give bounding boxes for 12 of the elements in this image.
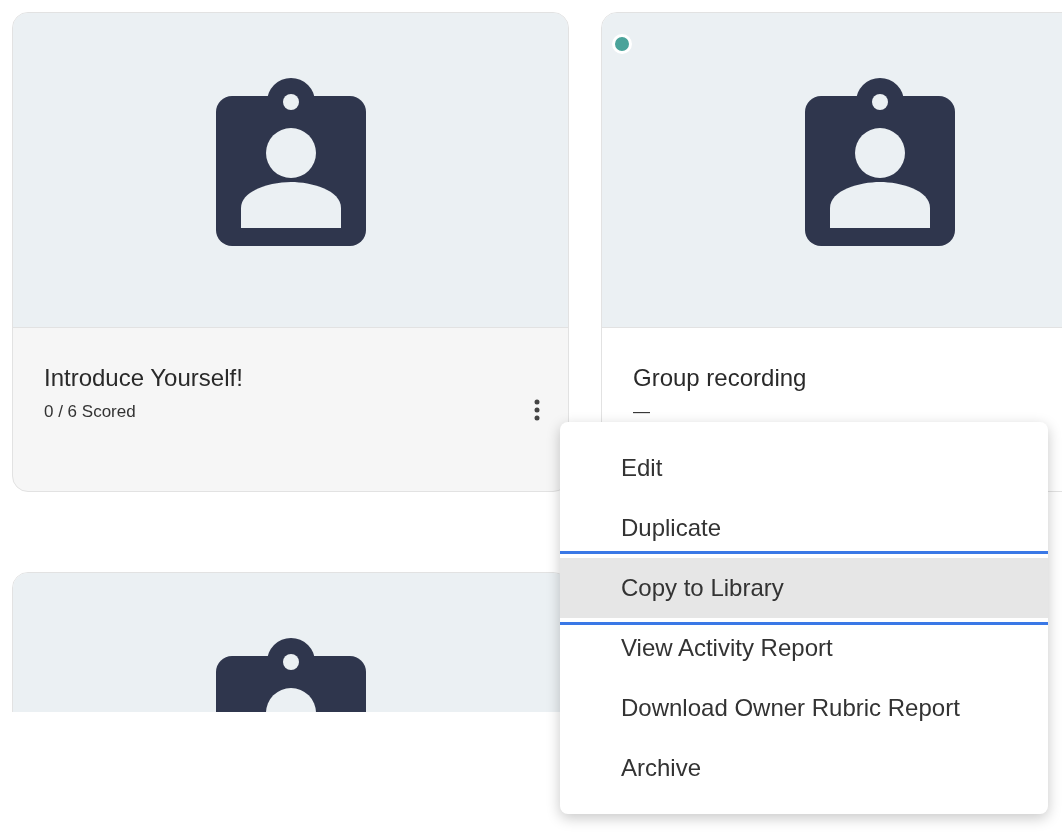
- assignment-card[interactable]: Introduce Yourself! 0 / 6 Scored: [12, 12, 569, 492]
- more-icon[interactable]: [534, 399, 540, 421]
- card-title: Introduce Yourself!: [44, 364, 244, 392]
- badge-icon: [804, 78, 955, 246]
- badge-icon: [215, 78, 366, 246]
- card-subtitle: —: [633, 402, 650, 422]
- menu-item[interactable]: Download Owner Rubric Report: [560, 678, 1048, 738]
- menu-item[interactable]: View Activity Report: [560, 618, 1048, 678]
- card-title: Group recording: [633, 364, 808, 392]
- card-subtitle: 0 / 6 Scored: [44, 402, 136, 422]
- menu-item[interactable]: Archive: [560, 738, 1048, 798]
- menu-item[interactable]: Duplicate: [560, 498, 1048, 558]
